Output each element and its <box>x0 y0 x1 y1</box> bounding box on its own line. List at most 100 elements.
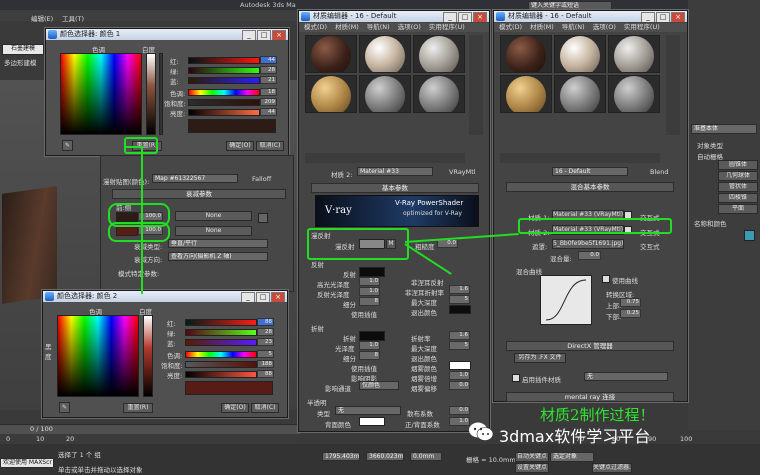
ok-button[interactable]: 确定(O) <box>221 403 249 413</box>
minimize-icon[interactable]: _ <box>641 12 655 22</box>
falloff-map-name[interactable]: Map #61322567 <box>152 174 238 183</box>
green-value[interactable]: 28 <box>257 328 274 336</box>
maximize-icon[interactable]: □ <box>257 30 271 40</box>
enable-plugin-checkbox[interactable] <box>512 374 520 382</box>
tube-button[interactable]: 管状体 <box>718 182 758 192</box>
red-slider[interactable] <box>185 319 257 326</box>
refl-gloss-value[interactable]: 1.0 <box>359 287 380 296</box>
menu-utilities[interactable]: 实用程序(U) <box>624 23 660 31</box>
red-slider[interactable] <box>188 57 260 64</box>
minimize-icon[interactable]: _ <box>443 12 457 22</box>
menu-material[interactable]: 材质(M) <box>335 23 359 31</box>
sat-slider[interactable] <box>185 361 257 368</box>
front-map-button[interactable]: None <box>175 211 252 221</box>
side-map-button[interactable]: None <box>175 226 252 236</box>
material-name-field[interactable]: 16 - Default <box>552 167 628 176</box>
interp-label[interactable]: 使用插值 <box>351 309 377 319</box>
minimize-icon[interactable]: _ <box>242 30 256 40</box>
blue-value[interactable]: 23 <box>257 338 274 346</box>
geosphere-button[interactable]: 几何球体 <box>718 171 758 181</box>
use-curve-checkbox[interactable] <box>602 275 610 283</box>
subdivs-value[interactable]: 8 <box>359 297 380 306</box>
close-icon[interactable]: × <box>671 12 685 22</box>
color-picker-2-titlebar[interactable]: 颜色选择器: 颜色 2 _ □ × <box>43 291 287 302</box>
material-slot-4[interactable] <box>500 75 552 113</box>
maximize-icon[interactable]: □ <box>256 292 270 302</box>
coord-x[interactable]: 1795.403m <box>322 452 360 461</box>
refract-swatch[interactable] <box>359 331 385 341</box>
material-slot-1[interactable] <box>305 35 357 73</box>
menu-mode[interactable]: 模式(D) <box>304 23 327 31</box>
mental-ray-header[interactable]: mental ray 连接 <box>506 392 674 402</box>
fog-mult-value[interactable]: 1.0 <box>449 371 470 380</box>
basic-params-header[interactable]: 基本参数 <box>311 183 479 193</box>
material-slot-6[interactable] <box>608 75 660 113</box>
material-slot-3[interactable] <box>608 35 660 73</box>
reflect-swatch[interactable] <box>359 267 385 277</box>
falloff-params-header[interactable]: 衰减参数 <box>112 189 286 199</box>
menu-options[interactable]: 选项(O) <box>593 23 616 31</box>
plane-button[interactable]: 平面 <box>718 204 758 214</box>
maximize-icon[interactable]: □ <box>656 12 670 22</box>
object-color-swatch[interactable] <box>744 230 755 241</box>
red-value[interactable]: 44 <box>260 56 277 64</box>
val-value[interactable]: 44 <box>260 108 277 116</box>
fresnel-ior-value[interactable]: 1.6 <box>449 285 470 294</box>
green-slider[interactable] <box>185 329 257 336</box>
fresnel-label[interactable]: 菲涅耳反射 <box>411 277 444 287</box>
hue-value[interactable]: 18 <box>260 88 277 96</box>
autokey-button[interactable]: 自动关键点 <box>515 452 549 462</box>
eyedropper-icon[interactable]: ✎ <box>59 402 70 413</box>
val-slider[interactable] <box>188 109 260 116</box>
material-slot-3[interactable] <box>413 35 465 73</box>
close-icon[interactable]: × <box>272 30 286 40</box>
lower-value[interactable]: 0.25 <box>620 309 641 318</box>
material-slot-5[interactable] <box>554 75 606 113</box>
reset-button[interactable]: 重置(R) <box>123 403 153 413</box>
fwd-value[interactable]: 1.0 <box>449 417 470 426</box>
enable-plugin-label[interactable]: 启用插件材质 <box>522 374 561 384</box>
material-slot-1[interactable] <box>500 35 552 73</box>
hue-slider[interactable] <box>188 89 260 96</box>
material-name-field[interactable]: Material #33 <box>357 167 433 176</box>
sat-slider[interactable] <box>188 99 260 106</box>
material-type-label[interactable]: VRayMtl <box>449 168 476 176</box>
minimize-icon[interactable]: _ <box>241 292 255 302</box>
material-slot-6[interactable] <box>413 75 465 113</box>
val-value[interactable]: 88 <box>257 370 274 378</box>
sat-value[interactable]: 188 <box>257 360 274 368</box>
hue-field[interactable] <box>60 53 142 135</box>
max-depth-value[interactable]: 5 <box>449 295 470 304</box>
plugin-dropdown[interactable]: 无 <box>584 372 668 381</box>
material-slot-2[interactable] <box>554 35 606 73</box>
viewport-object[interactable] <box>2 186 57 304</box>
menu-edit[interactable]: 编辑(E) <box>31 13 53 23</box>
color-picker-1-titlebar[interactable]: 颜色选择器: 颜色 1 _ □ × <box>46 29 288 40</box>
cancel-button[interactable]: 取消(C) <box>251 403 279 413</box>
setkey-button[interactable]: 设置关键点 <box>515 463 549 473</box>
scatter-value[interactable]: 0.0 <box>449 406 470 415</box>
menu-navigation[interactable]: 导航(N) <box>562 23 585 31</box>
fog-color-swatch[interactable] <box>449 361 471 370</box>
sat-value[interactable]: 209 <box>260 98 277 106</box>
mat-editor-1-titlebar[interactable]: 材质编辑器 - 16 - Default _ □ × <box>299 11 489 22</box>
search-input[interactable]: 键入关键字或短语 <box>528 1 612 10</box>
coord-y[interactable]: 3660.023m <box>366 452 404 461</box>
save-fx-button[interactable]: 另存为 .FX 文件 <box>514 353 566 363</box>
close-icon[interactable]: × <box>271 292 285 302</box>
green-slider[interactable] <box>188 67 260 74</box>
swap-icon[interactable] <box>258 213 268 223</box>
use-curve-label[interactable]: 使用曲线 <box>612 275 638 285</box>
cone-button[interactable]: 圆锥体 <box>718 160 758 170</box>
subdivs2-value[interactable]: 8 <box>359 351 380 360</box>
hilight-value[interactable]: 1.0 <box>359 277 380 286</box>
menu-mode[interactable]: 模式(D) <box>499 23 522 31</box>
maximize-icon[interactable]: □ <box>458 12 472 22</box>
material-type-label[interactable]: Blend <box>650 168 669 176</box>
type-dropdown[interactable]: 无 <box>335 406 401 415</box>
mix-amount-value[interactable]: 0.0 <box>578 251 601 260</box>
blue-slider[interactable] <box>185 339 257 346</box>
eyedropper-icon[interactable]: ✎ <box>62 140 73 151</box>
max-depth2-value[interactable]: 5 <box>449 341 470 350</box>
exit-color-swatch[interactable] <box>449 305 471 314</box>
